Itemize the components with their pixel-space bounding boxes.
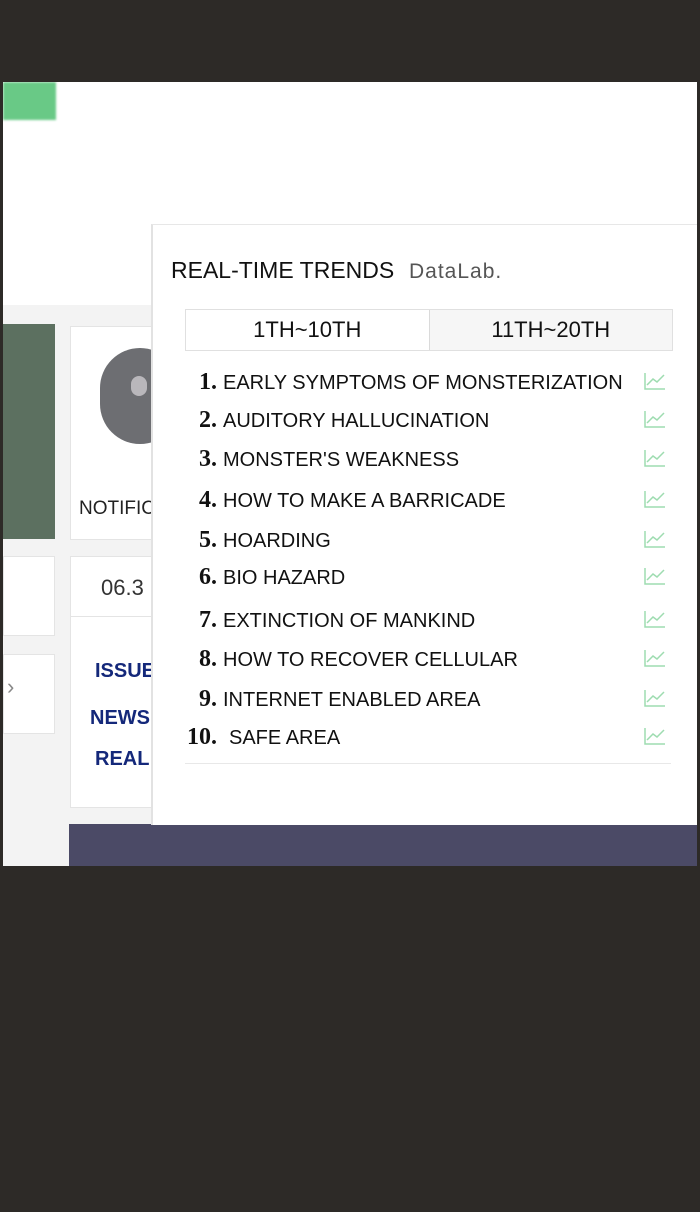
rank-number: 1. bbox=[199, 369, 217, 395]
trend-chart-icon[interactable] bbox=[643, 409, 667, 429]
trend-term: HOW TO MAKE A BARRICADE bbox=[223, 490, 506, 512]
side-card bbox=[3, 556, 55, 636]
list-item[interactable]: 10. SAFE AREA bbox=[183, 724, 683, 760]
realtime-trends-panel: REAL-TIME TRENDS DataLab. 1TH~10TH 11TH~… bbox=[151, 224, 697, 825]
trend-chart-icon[interactable] bbox=[643, 726, 667, 746]
list-item[interactable]: 3. MONSTER'S WEAKNESS bbox=[183, 446, 683, 482]
list-item[interactable]: 2. AUDITORY HALLUCINATION bbox=[183, 407, 683, 443]
rank-number: 6. bbox=[199, 564, 217, 590]
divider bbox=[185, 763, 671, 764]
list-item[interactable]: 1. EARLY SYMPTOMS OF MONSTERIZATION bbox=[183, 369, 683, 405]
rank-number: 3. bbox=[199, 446, 217, 472]
list-item[interactable]: 4. HOW TO MAKE A BARRICADE bbox=[183, 487, 683, 523]
list-item[interactable]: 8. HOW TO RECOVER CELLULAR bbox=[183, 646, 683, 682]
issue-link[interactable]: ISSUE bbox=[95, 660, 155, 683]
list-item[interactable]: 6. BIO HAZARD bbox=[183, 564, 683, 600]
trend-chart-icon[interactable] bbox=[643, 648, 667, 668]
rank-number: 5. bbox=[199, 527, 217, 553]
trend-chart-icon[interactable] bbox=[643, 448, 667, 468]
rank-number: 8. bbox=[199, 646, 217, 672]
search-button[interactable] bbox=[3, 82, 56, 120]
list-item[interactable]: 5. HOARDING bbox=[183, 527, 683, 563]
user-icon bbox=[131, 376, 147, 396]
browser-screen: NOTIFIC 06.3 › ISSUE NEWS REAL REAL-TIME… bbox=[3, 82, 697, 866]
date-text: 06.3 bbox=[101, 575, 144, 600]
trend-term: HOARDING bbox=[223, 530, 331, 552]
trend-term: EXTINCTION OF MANKIND bbox=[223, 610, 476, 632]
rank-number: 10. bbox=[187, 724, 217, 750]
trend-chart-icon[interactable] bbox=[643, 489, 667, 509]
list-item[interactable]: 9. INTERNET ENABLED AREA bbox=[183, 686, 683, 722]
rank-number: 4. bbox=[199, 487, 217, 513]
notification-label[interactable]: NOTIFIC bbox=[79, 498, 155, 520]
news-link[interactable]: NEWS bbox=[90, 707, 150, 730]
rank-number: 2. bbox=[199, 407, 217, 433]
banner-image bbox=[3, 324, 55, 539]
panel-title: REAL-TIME TRENDS bbox=[171, 257, 395, 283]
trend-chart-icon[interactable] bbox=[643, 609, 667, 629]
trend-chart-icon[interactable] bbox=[643, 566, 667, 586]
tab-1-10[interactable]: 1TH~10TH bbox=[186, 310, 429, 350]
trend-term: EARLY SYMPTOMS OF MONSTERIZATION bbox=[223, 372, 623, 394]
trend-chart-icon[interactable] bbox=[643, 371, 667, 391]
trend-term: HOW TO RECOVER CELLULAR bbox=[223, 649, 518, 671]
bottom-banner bbox=[69, 824, 697, 866]
rank-number: 9. bbox=[199, 686, 217, 712]
rank-number: 7. bbox=[199, 607, 217, 633]
trend-term: INTERNET ENABLED AREA bbox=[223, 689, 481, 711]
trend-term: MONSTER'S WEAKNESS bbox=[223, 449, 460, 471]
trend-term: BIO HAZARD bbox=[223, 567, 346, 589]
real-link[interactable]: REAL bbox=[95, 748, 149, 771]
datalab-logo[interactable]: DataLab. bbox=[409, 260, 502, 284]
rank-tabs: 1TH~10TH 11TH~20TH bbox=[185, 309, 673, 351]
trend-chart-icon[interactable] bbox=[643, 688, 667, 708]
trend-term: SAFE AREA bbox=[229, 727, 341, 749]
tab-11-20[interactable]: 11TH~20TH bbox=[428, 310, 672, 350]
trend-term: AUDITORY HALLUCINATION bbox=[223, 410, 490, 432]
trend-chart-icon[interactable] bbox=[643, 529, 667, 549]
chevron-right-icon[interactable]: › bbox=[7, 674, 14, 700]
list-item[interactable]: 7. EXTINCTION OF MANKIND bbox=[183, 607, 683, 643]
